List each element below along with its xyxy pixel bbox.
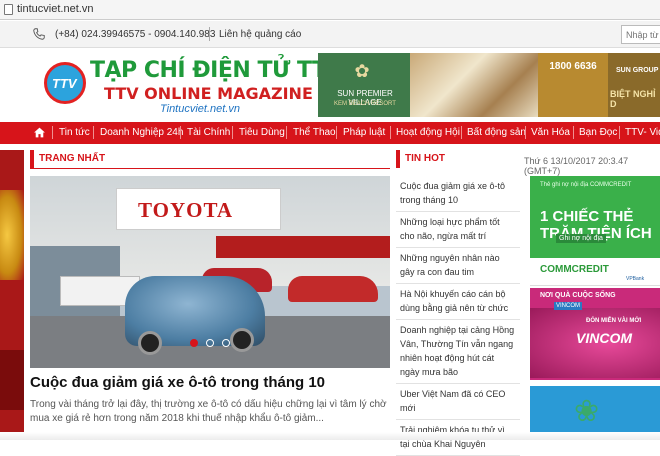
nav-divider	[52, 126, 53, 139]
hot-news-title: TIN HOT	[396, 150, 445, 168]
hot-news-list: Cuộc đua giảm giá xe ô-tô trong tháng 10…	[396, 176, 520, 456]
nav-item-bat-dong-san[interactable]: Bất động sản	[467, 127, 526, 138]
nav-item-phap-luat[interactable]: Pháp luật	[343, 127, 385, 138]
url-text[interactable]: tintucviet.net.vn	[17, 3, 93, 15]
banner-ad[interactable]: ✿ SUN PREMIER VILLAGE KEM BEACH RESORT 1…	[318, 53, 660, 117]
section-underline	[30, 168, 390, 169]
list-item[interactable]: Uber Việt Nam đã có CEO mới	[396, 384, 520, 420]
wheel	[230, 328, 254, 352]
browser-address-bar[interactable]: tintucviet.net.vn	[0, 0, 660, 20]
logo-subtitle[interactable]: TTV ONLINE MAGAZINE	[104, 84, 313, 103]
top-bar: (+84) 024.39946575 - 0904.140.983 Liên h…	[0, 21, 660, 48]
side-ad-gold	[0, 190, 24, 280]
hero-summary: Trong vài tháng trở lại đây, thị trường …	[30, 399, 387, 424]
resort-sub: KEM BEACH RESORT	[334, 101, 396, 107]
red-car	[288, 276, 378, 302]
nav-item-ban-doc[interactable]: Bạn Đọc	[579, 127, 617, 138]
list-item[interactable]: Doanh nghiệp tại cảng Hồng Vân, Thường T…	[396, 320, 520, 384]
villa-panel: SUN GROUP BIỆT NGHỈ D	[608, 53, 660, 117]
ads-contact-link[interactable]: Liên hệ quảng cáo	[219, 29, 301, 40]
logo-title[interactable]: TẠP CHÍ ĐIỆN TỬ TTV	[90, 58, 344, 83]
leaf-icon: ❀	[574, 395, 600, 428]
hotline-panel: 1800 6636	[538, 53, 608, 117]
sun-group-logo: SUN GROUP	[616, 67, 659, 74]
current-datetime: Thứ 6 13/10/2017 20:3.47 (GMT+7)	[524, 156, 629, 176]
logo-badge[interactable]: TTV	[44, 62, 86, 104]
vincom-logo: VINCOM	[576, 330, 632, 346]
resort-panel: ✿ SUN PREMIER VILLAGE KEM BEACH RESORT	[318, 53, 410, 117]
list-item[interactable]: Những loại hực phẩm tốt cho não, ngừa mấ…	[396, 212, 520, 248]
main-nav: Tin tức Doanh Nghiệp 24h Tài Chính Tiêu …	[0, 122, 660, 144]
list-item[interactable]: Cuộc đua giảm giá xe ô-tô trong tháng 10	[396, 176, 520, 212]
list-item[interactable]: Hà Nội khuyến cáo cán bộ dùng bằng giả n…	[396, 284, 520, 320]
villa-text: BIỆT NGHỈ D	[610, 89, 656, 109]
slider-dot-active[interactable]	[190, 339, 198, 347]
vincom-ad[interactable]: NƠI QUÀ CUỘC SỐNG VINCOM ĐÓN MIỄN VÀI MỚ…	[530, 288, 660, 380]
nav-item-hoat-dong-hoi[interactable]: Hoạt động Hội	[396, 127, 460, 138]
nav-item-the-thao[interactable]: Thể Thao	[293, 127, 336, 138]
page-icon	[4, 4, 13, 15]
leaf-icon: ✿	[354, 61, 370, 81]
ad-invite: ĐÓN MIỄN VÀI MỚI	[586, 318, 642, 324]
resort-photo	[410, 53, 538, 117]
slider-dot[interactable]	[222, 339, 230, 347]
page-bottom-edge	[0, 432, 660, 440]
nav-item-tieu-dung[interactable]: Tiêu Dùng	[239, 127, 285, 138]
nav-item-tin-tuc[interactable]: Tin tức	[59, 127, 90, 138]
hero-image[interactable]: TOYOTA	[30, 176, 390, 368]
nav-item-ttv-video[interactable]: TTV- Vid	[625, 127, 660, 138]
commcredit-logo: COMMCREDIT	[540, 264, 609, 275]
nav-divider	[390, 126, 391, 139]
ad-top-text: Thẻ ghi nợ nội địa COMMCREDIT	[540, 182, 632, 188]
banner-hotline: 1800 6636	[549, 61, 597, 72]
home-icon[interactable]	[33, 126, 46, 139]
phone-icon	[33, 28, 45, 40]
search-input[interactable]	[621, 25, 660, 44]
nav-divider	[461, 126, 462, 139]
vincom-brand: VINCOM	[554, 302, 582, 310]
commcredit-card-ad[interactable]: Thẻ ghi nợ nội địa COMMCREDIT 1 CHIẾC TH…	[530, 176, 660, 258]
logo-badge-text: TTV	[52, 76, 77, 91]
commcredit-logo-ad[interactable]: COMMCREDIT VPBank	[530, 258, 660, 286]
toyota-logo: TOYOTA	[138, 198, 234, 222]
nav-divider	[286, 126, 287, 139]
nav-divider	[619, 126, 620, 139]
nav-divider	[525, 126, 526, 139]
nav-divider	[336, 126, 337, 139]
nav-divider	[93, 126, 94, 139]
divider	[209, 27, 210, 41]
section-title[interactable]: TRANG NHẤT	[30, 150, 105, 168]
nav-item-doanh-nghiep[interactable]: Doanh Nghiệp 24h	[100, 127, 183, 138]
nav-item-tai-chinh[interactable]: Tài Chính	[187, 127, 230, 138]
ad-tag: Ghi nợ nội địa	[556, 234, 606, 243]
list-item[interactable]: Những nguyên nhân nào gây ra con đau tim	[396, 248, 520, 284]
nav-item-van-hoa[interactable]: Văn Hóa	[531, 127, 570, 138]
side-ad-dark	[0, 350, 24, 410]
logo-site-url: Tintucviet.net.vn	[160, 103, 240, 115]
red-banner	[216, 236, 390, 258]
wheel	[138, 331, 162, 355]
left-side-ad[interactable]	[0, 150, 24, 440]
ad-slogan: NƠI QUÀ CUỘC SỐNG	[540, 292, 616, 299]
slider-dot[interactable]	[206, 339, 214, 347]
hero-headline[interactable]: Cuộc đua giảm giá xe ô-tô trong tháng 10	[30, 374, 325, 391]
hotline-text: (+84) 024.39946575 - 0904.140.983	[55, 29, 216, 40]
nav-divider	[232, 126, 233, 139]
vpbank-logo: VPBank	[626, 276, 645, 282]
nav-divider	[180, 126, 181, 139]
nav-divider	[573, 126, 574, 139]
